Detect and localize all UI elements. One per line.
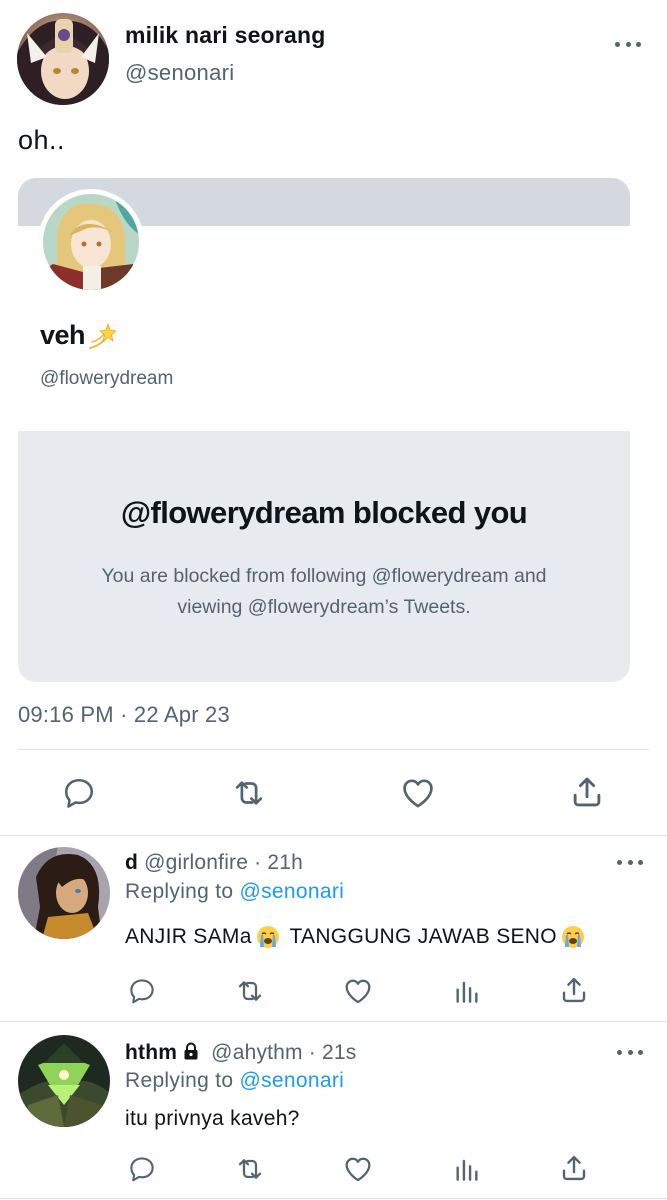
reply-icon[interactable] (126, 975, 158, 1007)
reply-display-name[interactable]: d (125, 851, 138, 874)
blocked-description-line: You are blocked from following @floweryd… (101, 565, 547, 587)
reply-text: itu privnya kaveh? (125, 1107, 300, 1130)
analytics-icon[interactable] (450, 975, 484, 1007)
reply-icon[interactable] (60, 774, 98, 812)
reply-handle[interactable]: @girlonfire (144, 851, 248, 874)
divider (0, 1021, 667, 1022)
separator: · (302, 1041, 323, 1064)
reply-header: hthm @ahythm · 21s (125, 1041, 357, 1065)
replying-to-link[interactable]: @senonari (240, 1069, 345, 1092)
separator: · (248, 851, 268, 874)
more-dots-icon[interactable] (617, 857, 643, 867)
retweet-icon[interactable] (233, 975, 267, 1007)
divider (0, 835, 667, 836)
dizzy-star-icon (89, 322, 117, 349)
reply-time[interactable]: 21h (267, 851, 303, 874)
blocked-notice: @flowerydream blocked you You are blocke… (18, 431, 630, 682)
share-icon[interactable] (557, 1152, 591, 1184)
analytics-icon[interactable] (450, 1153, 484, 1185)
replying-prefix: Replying to (125, 1069, 234, 1092)
divider (0, 1198, 667, 1199)
reply-text-part: TANGGUNG JAWAB SENO (289, 925, 557, 948)
reply-header: d @girlonfire · 21h (125, 851, 303, 875)
reply-text-part: ANJIR SAMa (125, 925, 252, 948)
reply-handle[interactable]: @ahythm (211, 1041, 303, 1064)
author-display-name[interactable]: milik nari seorang (125, 22, 325, 49)
blocked-title: @flowerydream blocked you (120, 495, 528, 530)
author-avatar[interactable] (17, 13, 109, 105)
reply-icon[interactable] (126, 1153, 158, 1185)
quoted-avatar[interactable] (38, 189, 144, 295)
quoted-display-name[interactable]: veh (40, 320, 117, 352)
like-icon[interactable] (341, 1153, 375, 1185)
reply-avatar[interactable] (18, 1035, 110, 1127)
like-icon[interactable] (398, 774, 438, 812)
replying-to: Replying to @senonari (125, 1069, 344, 1093)
author-handle[interactable]: @senonari (125, 60, 234, 86)
retweet-icon[interactable] (229, 774, 269, 812)
reply-time[interactable]: 21s (322, 1041, 356, 1064)
blocked-description: You are blocked from following @floweryd… (58, 561, 590, 623)
reply-display-name[interactable]: hthm (125, 1041, 177, 1064)
loudly-crying-face-icon (256, 926, 279, 949)
share-icon[interactable] (557, 974, 591, 1006)
retweet-icon[interactable] (233, 1153, 267, 1185)
replying-to: Replying to @senonari (125, 880, 344, 904)
more-dots-icon[interactable] (615, 39, 641, 49)
share-icon[interactable] (567, 773, 607, 811)
quoted-handle[interactable]: @flowerydream (40, 368, 173, 390)
like-icon[interactable] (341, 975, 375, 1007)
replying-to-link[interactable]: @senonari (240, 880, 345, 903)
more-dots-icon[interactable] (617, 1047, 643, 1057)
replying-prefix: Replying to (125, 880, 234, 903)
tweet-text: oh.. (18, 125, 66, 155)
loudly-crying-face-icon (561, 926, 584, 949)
tweet-timestamp[interactable]: 09:16 PM · 22 Apr 23 (18, 702, 230, 728)
reply-avatar[interactable] (18, 847, 110, 939)
reply-text: ANJIR SAMa TANGGUNG JAWAB SENO (125, 925, 589, 949)
lock-icon (184, 1042, 198, 1060)
divider (18, 749, 649, 750)
quoted-name-text: veh (40, 320, 86, 350)
blocked-description-line: viewing @flowerydream’s Tweets. (177, 596, 471, 618)
